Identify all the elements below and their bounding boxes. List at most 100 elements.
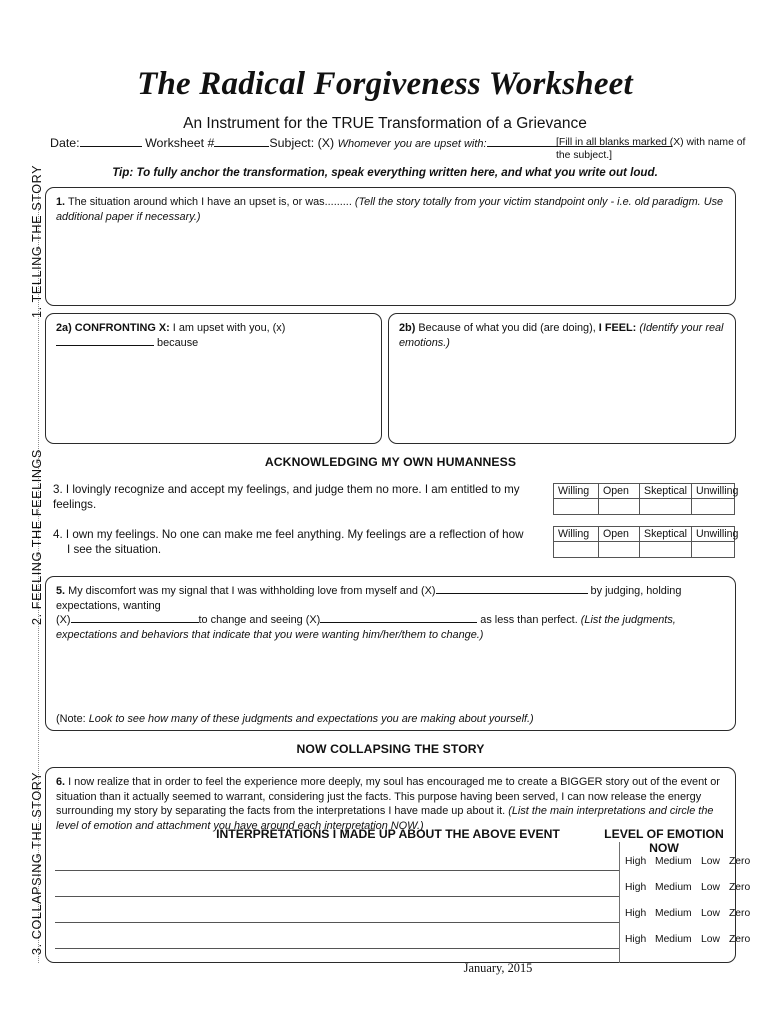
item-2a-prompt-before: I am upset with you, (x) [172,322,286,334]
item-4-line-2: I see the situation. [67,543,162,556]
emotion-level-medium[interactable]: Medium [655,882,701,893]
item-2b-box[interactable]: 2b) Because of what you did (are doing),… [388,313,736,444]
emotion-level-low[interactable]: Low [701,882,729,893]
scale-header-row: Willing Open Skeptical Unwilling [553,483,738,499]
scale-answer-row[interactable] [553,498,735,515]
emotion-level-medium[interactable]: Medium [655,856,701,867]
item-5-segment-1: My discomfort was my signal that I was w… [68,585,436,597]
section-label-collapsing-the-story: 3. COLLAPSING THE STORY [30,771,44,955]
item-5-segment-5: as less than perfect. [480,614,578,626]
emotion-level-medium[interactable]: Medium [655,908,701,919]
date-label: Date: [50,136,80,150]
emotion-level-low[interactable]: Low [701,856,729,867]
scale-option-skeptical[interactable]: Skeptical [639,483,692,499]
item-5-input-blank-1[interactable] [435,593,588,594]
subject-rest-text: you are upset with: [394,138,487,150]
worksheet-page: The Radical Forgiveness Worksheet An Ins… [0,0,770,1024]
footer-date: January, 2015 [0,961,770,976]
emotion-levels-row[interactable]: High Medium Low Zero [625,934,757,945]
item-5-note-italic: Look to see how many of these judgments … [88,713,534,725]
item-5-segment-4: to change and seeing (X) [198,614,321,626]
emotion-levels-row[interactable]: High Medium Low Zero [625,882,757,893]
scale-answer-row[interactable] [553,541,735,558]
interpretation-line-3[interactable] [55,922,619,923]
scale-answer-unwilling[interactable] [691,541,735,558]
page-title: The Radical Forgiveness Worksheet [137,66,633,102]
item-5-box[interactable]: 5. My discomfort was my signal that I wa… [45,576,736,731]
scale-answer-skeptical[interactable] [639,498,692,515]
item-5-input-blank-2[interactable] [70,622,199,623]
emotion-level-low[interactable]: Low [701,934,729,945]
emotion-level-zero[interactable]: Zero [729,882,757,893]
item-2a-prompt-after: because [157,336,199,349]
tip-text: Tip: To fully anchor the transformation,… [112,166,658,179]
footer-date-text: January, 2015 [463,961,533,975]
scale-option-unwilling[interactable]: Unwilling [691,526,738,542]
item-5-input-blank-3[interactable] [320,622,478,623]
emotion-level-high[interactable]: High [625,908,655,919]
emotion-level-high[interactable]: High [625,856,655,867]
scale-table-item-3[interactable]: Willing Open Skeptical Unwilling [553,483,738,515]
emotion-levels-row[interactable]: High Medium Low Zero [625,856,757,867]
collapsing-heading: NOW COLLAPSING THE STORY [296,742,485,756]
scale-answer-unwilling[interactable] [691,498,735,515]
interpretations-column-heading: INTERPRETATIONS I MADE UP ABOUT THE ABOV… [216,827,560,841]
page-subtitle: An Instrument for the TRUE Transformatio… [183,115,587,132]
emotion-level-zero[interactable]: Zero [729,908,757,919]
scale-option-open[interactable]: Open [598,483,640,499]
worksheet-number-input-blank[interactable] [214,146,270,147]
scale-answer-willing[interactable] [553,541,599,558]
item-5-segment-3: (X) [56,614,71,626]
item-2b-ifeel: I FEEL: [598,322,637,334]
item-2a-text: 2a) CONFRONTING X: I am upset with you, … [56,321,371,350]
item-2a-box[interactable]: 2a) CONFRONTING X: I am upset with you, … [45,313,382,444]
scale-option-willing[interactable]: Willing [553,483,599,499]
section-label-telling-the-story: 1. TELLING THE STORY [30,164,44,318]
item-5-number: 5. [56,585,66,597]
item-2b-prompt: Because of what you did (are doing), [418,322,596,334]
item-2a-label: 2a) CONFRONTING X: [56,322,170,334]
scale-header-row: Willing Open Skeptical Unwilling [553,526,738,542]
scale-answer-open[interactable] [598,541,640,558]
item-5-note: (Note: Look to see how many of these jud… [56,712,725,727]
item-1-prompt: The situation around which I have an ups… [67,196,352,208]
scale-option-unwilling[interactable]: Unwilling [691,483,738,499]
emotion-column-heading: LEVEL OF EMOTION NOW [604,827,724,855]
item-2b-text: 2b) Because of what you did (are doing),… [399,321,725,350]
item-1-number: 1. [56,196,66,208]
section-label-feeling-the-feelings: 2. FEELING THE FEELINGS [30,449,44,625]
emotion-level-zero[interactable]: Zero [729,856,757,867]
item-2b-label: 2b) [399,322,416,334]
scale-option-willing[interactable]: Willing [553,526,599,542]
item-5-note-prefix: (Note: [56,713,86,725]
item-4-statement: 4. I own my feelings. No one can make me… [53,527,543,557]
interpretation-line-1[interactable] [55,870,619,871]
interpretation-line-2[interactable] [55,896,619,897]
date-input-blank[interactable] [79,146,142,147]
item-3-statement: 3. I lovingly recognize and accept my fe… [53,483,520,511]
scale-answer-willing[interactable] [553,498,599,515]
emotion-level-high[interactable]: High [625,934,655,945]
subject-label: Subject: (X) [269,136,335,150]
item-5-instruction: (List the judgments, expectations and be… [56,614,676,641]
fill-in-note: [Fill in all blanks marked (X) with name… [556,137,746,161]
interpretations-emotion-divider [619,842,620,963]
emotion-level-high[interactable]: High [625,882,655,893]
scale-table-item-4[interactable]: Willing Open Skeptical Unwilling [553,526,738,558]
emotion-level-medium[interactable]: Medium [655,934,701,945]
scale-option-skeptical[interactable]: Skeptical [639,526,692,542]
item-6-text: 6. I now realize that in order to feel t… [56,775,725,833]
emotion-level-low[interactable]: Low [701,908,729,919]
item-5-text: 5. My discomfort was my signal that I wa… [56,584,725,642]
scale-answer-open[interactable] [598,498,640,515]
scale-option-open[interactable]: Open [598,526,640,542]
interpretation-line-4[interactable] [55,948,619,949]
item-2a-input-blank[interactable] [56,344,154,346]
worksheet-number-label: Worksheet # [145,136,215,150]
scale-answer-skeptical[interactable] [639,541,692,558]
item-1-box[interactable]: 1. The situation around which I have an … [45,187,736,306]
item-4-line-1: 4. I own my feelings. No one can make me… [53,528,524,541]
subject-italic-word: Whomever [337,138,391,150]
emotion-levels-row[interactable]: High Medium Low Zero [625,908,757,919]
emotion-level-zero[interactable]: Zero [729,934,757,945]
